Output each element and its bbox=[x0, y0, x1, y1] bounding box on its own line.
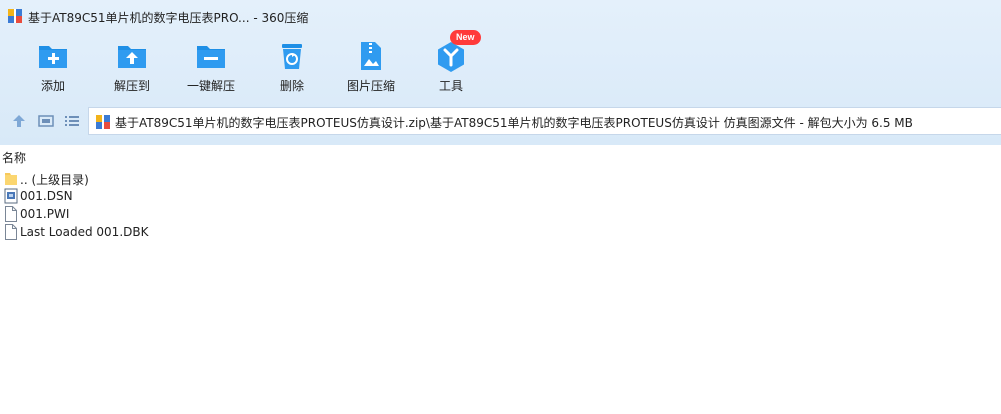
one-click-extract-icon bbox=[197, 46, 225, 68]
column-name-header[interactable]: 名称 bbox=[2, 149, 26, 166]
add-button[interactable]: 添加 bbox=[10, 34, 96, 96]
one-click-extract-button[interactable]: 一键解压 bbox=[168, 34, 254, 96]
new-badge: New bbox=[450, 30, 481, 45]
one-click-extract-label: 一键解压 bbox=[186, 79, 235, 93]
list-item-name: .. (上级目录) bbox=[20, 173, 89, 187]
list-item-name: 001.DSN bbox=[20, 189, 73, 203]
list-item[interactable]: 001.PWI bbox=[0, 205, 400, 223]
top-area: 基于AT89C51单片机的数字电压表PRO... - 360压缩 添加 解压到 bbox=[0, 0, 1001, 145]
list-view-icon[interactable] bbox=[64, 113, 80, 129]
dsn-file-icon bbox=[4, 188, 18, 204]
add-folder-icon bbox=[39, 46, 67, 68]
tools-label: 工具 bbox=[438, 79, 463, 93]
image-compress-button[interactable]: 图片压缩 bbox=[328, 34, 414, 96]
extract-to-button[interactable]: 解压到 bbox=[89, 34, 175, 96]
delete-label: 删除 bbox=[279, 79, 304, 93]
delete-button[interactable]: 删除 bbox=[249, 34, 335, 96]
list-item[interactable]: .. (上级目录) bbox=[0, 169, 400, 187]
navigation-bar: 基于AT89C51单片机的数字电压表PROTEUS仿真设计.zip\基于AT89… bbox=[0, 107, 1001, 135]
add-label: 添加 bbox=[40, 79, 65, 93]
image-compress-label: 图片压缩 bbox=[346, 79, 395, 93]
list-item[interactable]: Last Loaded 001.DBK bbox=[0, 223, 400, 241]
title-bar: 基于AT89C51单片机的数字电压表PRO... - 360压缩 bbox=[0, 0, 1001, 32]
up-arrow-icon[interactable] bbox=[11, 113, 27, 129]
parent-folder-icon bbox=[5, 173, 17, 185]
delete-icon bbox=[282, 44, 302, 69]
list-item[interactable]: 001.DSN bbox=[0, 187, 400, 205]
image-compress-icon bbox=[361, 42, 381, 70]
tools-button[interactable]: New 工具 bbox=[408, 30, 494, 96]
column-header: 名称 bbox=[0, 147, 1001, 165]
file-icon bbox=[5, 224, 17, 240]
address-path: 基于AT89C51单片机的数字电压表PROTEUS仿真设计.zip\基于AT89… bbox=[115, 116, 913, 130]
app-archive-icon bbox=[8, 9, 22, 23]
extract-to-label: 解压到 bbox=[113, 79, 150, 93]
window-title: 基于AT89C51单片机的数字电压表PRO... - 360压缩 bbox=[28, 11, 309, 25]
extract-to-icon bbox=[118, 46, 146, 68]
toolbar: 添加 解压到 一键解压 删除 图片压缩 New 工具 bbox=[0, 30, 1001, 98]
list-item-name: Last Loaded 001.DBK bbox=[20, 225, 149, 239]
file-icon bbox=[5, 206, 17, 222]
archive-file-icon bbox=[96, 115, 110, 129]
list-item-name: 001.PWI bbox=[20, 207, 70, 221]
thumbnail-view-icon[interactable] bbox=[38, 113, 54, 129]
address-bar[interactable]: 基于AT89C51单片机的数字电压表PROTEUS仿真设计.zip\基于AT89… bbox=[88, 107, 1001, 135]
